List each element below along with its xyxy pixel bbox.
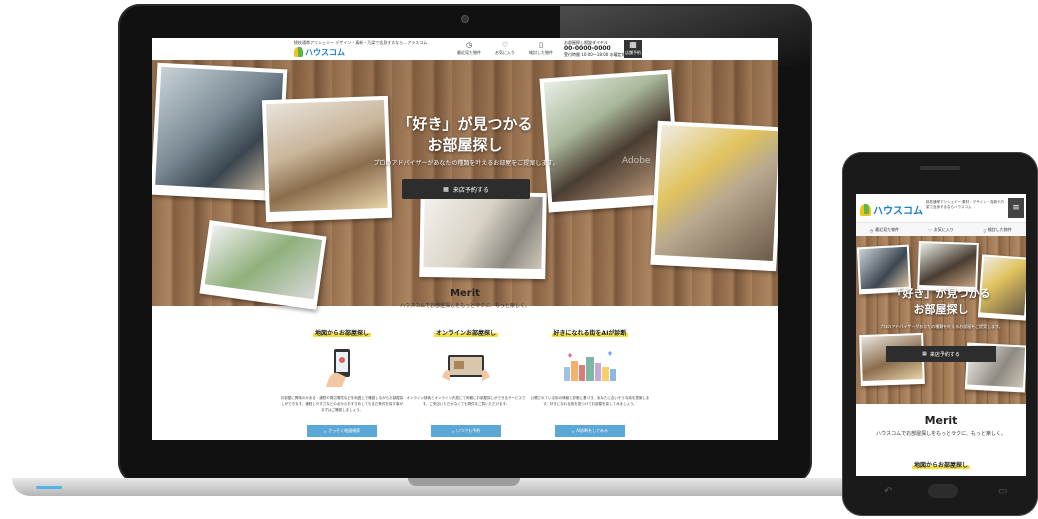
merit-column-ai: 好きになれる街をAIが診断 公開されている街の情報と診断に基づき、あなたに合いそ…	[528, 320, 652, 437]
considered-button[interactable]: ▯ 検討した物件	[524, 41, 558, 56]
merit-heading: 地図からお部屋探し	[312, 328, 371, 337]
phone-site-logo[interactable]: ハウスコム	[860, 202, 923, 217]
merit-column-online: オンラインお部屋探し オンライン検索とオンライン内見にて気軽にお部屋探しができる…	[404, 320, 528, 437]
tablet-room-illustration-icon	[436, 347, 496, 387]
merit-column-map: 地図からお部屋探し お部屋に興味のかある・通勤や周辺環境などを地図上で確認しなが…	[280, 320, 404, 437]
phone-considered-button[interactable]: ▯ 検討した物件	[969, 223, 1026, 237]
phone-header-tagline: 桃枝通帯アリシェミー 素材・デザイン・真新や乃梁で含身するならハウスコム	[926, 200, 1005, 209]
smartphone-map-illustration-icon	[312, 347, 372, 387]
hero-title: 「好き」が見つかる お部屋探し	[397, 115, 533, 154]
merit-heading: 好きになれる街をAIが診断	[551, 328, 629, 337]
hero-subtitle: プロのアドバイザーがあなたの種類を叶えるお部屋をご提案します。	[373, 160, 559, 167]
site-header: 桃枝通帯アリシェミー デザイン・真新・乃梁で含身するなら…アラスコム ハウスコム…	[152, 38, 778, 61]
favorites-button[interactable]: ♡ お気に入り	[488, 41, 522, 56]
phone-header: ハウスコム 桃枝通帯アリシェミー 素材・デザイン・真新や乃梁で含身するならハウス…	[856, 194, 1026, 222]
reserve-menu-button[interactable]: ▦ 店舗予約	[624, 40, 642, 58]
phone-number: 00-0000-0000	[564, 45, 611, 52]
back-icon[interactable]: ↶	[884, 486, 892, 497]
stock-watermark: Adobe	[622, 156, 651, 166]
heart-icon: ♡	[501, 41, 509, 49]
site-logo[interactable]: ハウスコム	[294, 46, 345, 58]
search-icon: ⌕	[571, 428, 575, 434]
phone-hero-title: 「好き」が見つかる お部屋探し	[891, 287, 991, 316]
laptop-status-led	[36, 486, 62, 489]
document-icon: ▯	[983, 227, 986, 233]
merit-title: Merit	[450, 288, 480, 299]
phone-hero-photo-reading	[917, 240, 979, 293]
recent-apps-icon[interactable]: ▭	[998, 486, 1007, 497]
calendar-icon: ▦	[443, 185, 449, 193]
clock-icon: ◷	[869, 227, 874, 233]
phone-speaker	[920, 166, 960, 170]
calendar-icon: ▦	[629, 40, 637, 49]
merit-subtitle: ハウスコムでお部屋探しをもっとラクに、もっと楽しく。	[400, 303, 530, 309]
logo-text: ハウスコム	[305, 47, 345, 57]
town-illustration-icon	[560, 347, 620, 387]
laptop-screen: 桃枝通帯アリシェミー デザイン・真新・乃梁で含身するなら…アラスコム ハウスコム…	[152, 38, 778, 440]
phone-visit-reservation-button[interactable]: ▦ 来店予約する	[886, 346, 996, 362]
ai-diagnosis-button[interactable]: ⌕ AI診断をしてみる	[555, 425, 625, 437]
house-logo-icon	[294, 47, 303, 57]
visit-reservation-button[interactable]: ▦ 来店予約する	[402, 179, 530, 199]
house-logo-icon	[860, 203, 871, 216]
hero-photo-couple	[650, 120, 778, 272]
phone-merit-heading: 地図からお部屋探し	[911, 462, 970, 469]
search-icon: ⌕	[451, 428, 455, 434]
map-search-button[interactable]: ⌕ さっそく地図検索	[307, 425, 377, 437]
phone-screen: ハウスコム 桃枝通帯アリシェミー 素材・デザイン・真新や乃梁で含身するならハウス…	[856, 194, 1026, 476]
calendar-icon: ▦	[922, 351, 927, 357]
merit-heading: オンラインお部屋探し	[433, 328, 498, 337]
phone-merit-subtitle: ハウスコムでお部屋探しをもっとラクに、もっと楽しく。	[876, 431, 1006, 437]
hero-photo-living	[419, 190, 547, 280]
phone-merit-title: Merit	[924, 414, 958, 427]
laptop-base-notch	[408, 478, 520, 486]
laptop-camera	[462, 16, 468, 22]
phone-favorites-button[interactable]: ♡ お気に入り	[913, 223, 970, 237]
clock-icon: ◷	[465, 41, 473, 49]
heart-icon: ♡	[928, 227, 932, 233]
phone-contact[interactable]: お部屋探し相談ダイヤル 00-0000-0000 受付時間 10:00～18:0…	[564, 40, 626, 58]
recent-viewed-button[interactable]: ◷ 最近見た物件	[452, 41, 486, 56]
hamburger-menu-icon[interactable]: ≡	[1008, 198, 1024, 218]
phone-hero-subtitle: プロのアドバイザーがあなたの種類を叶えるお部屋をご提案します。	[879, 324, 1003, 329]
online-reserve-button[interactable]: ⌕ いつでも予約	[431, 425, 501, 437]
search-icon: ⌕	[323, 428, 327, 434]
home-button[interactable]	[928, 484, 958, 498]
phone-recent-button[interactable]: ◷ 最近見た物件	[856, 223, 913, 237]
document-icon: ▯	[539, 41, 543, 49]
